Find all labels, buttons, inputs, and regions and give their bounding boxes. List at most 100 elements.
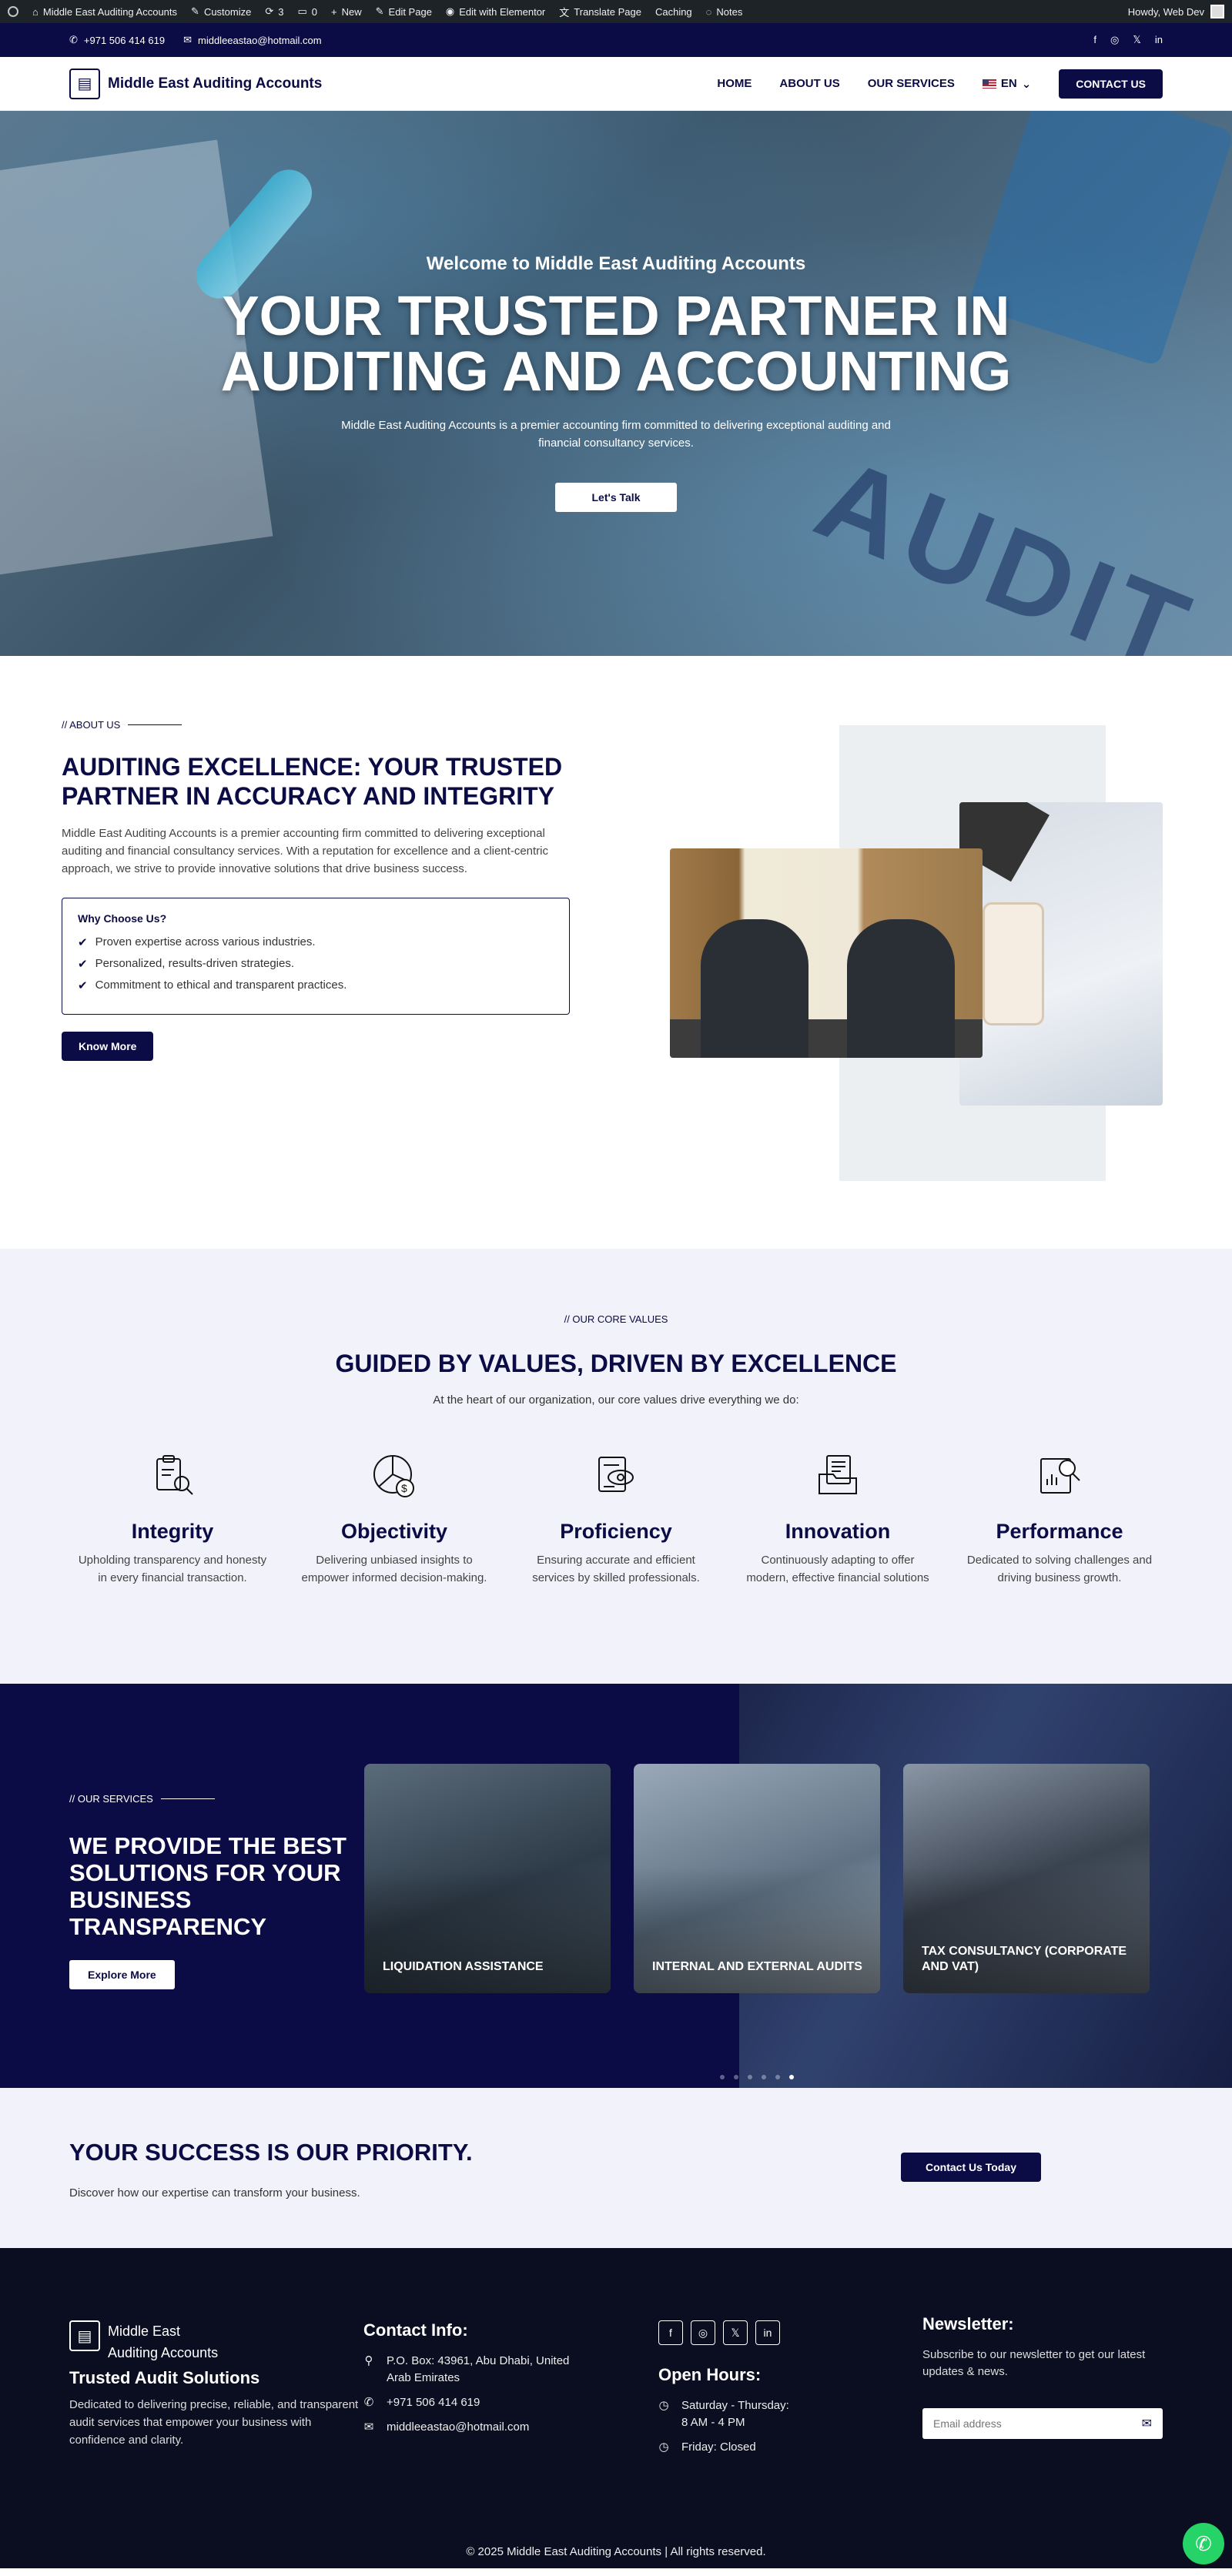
hero-welcome: Welcome to Middle East Auditing Accounts [426,253,806,274]
nav-home[interactable]: HOME [717,77,752,90]
topbar-phone[interactable]: ✆ +971 506 414 619 [69,34,165,46]
site-logo[interactable]: ▤ Middle East Auditing Accounts [69,68,322,99]
hero-title: YOUR TRUSTED PARTNER IN AUDITING AND ACC… [220,286,1012,403]
admin-caching-link[interactable]: Caching [655,6,692,18]
footer-phone[interactable]: ✆ +971 506 414 619 [363,2394,594,2411]
footer-about-text: Dedicated to delivering precise, reliabl… [69,2398,359,2447]
service-card-liquidation[interactable]: LIQUIDATION ASSISTANCE [364,1764,611,1993]
carousel-dot[interactable] [789,2075,794,2079]
admin-updates-link[interactable]: ⟳ 3 [265,5,283,18]
topbar-socials: f ◎ 𝕏 in [1093,34,1163,46]
list-item: ✔ Personalized, results-driven strategies… [78,957,295,971]
footer-socials: f ◎ 𝕏 in [658,2320,889,2345]
whatsapp-button[interactable]: ✆ [1183,2523,1224,2564]
admin-edit-page-link[interactable]: ✎ Edit Page [376,5,432,18]
envelope-icon: ✉ [363,2420,374,2434]
list-item: ✔ Commitment to ethical and transparent p… [78,979,347,992]
admin-notes-link[interactable]: ◌ Notes [706,6,743,18]
services-eyebrow: // OUR SERVICES [69,1793,346,1805]
x-icon[interactable]: 𝕏 [1133,34,1140,46]
hero: AUDIT Welcome to Middle East Auditing Ac… [0,111,1232,656]
check-icon: ✔ [78,958,88,971]
services-section: // OUR SERVICES WE PROVIDE THE BEST SOLU… [0,1684,1232,2088]
clipboard-search-icon [156,1455,193,1495]
admin-user-menu[interactable]: Howdy, Web Dev [1128,5,1224,18]
facebook-icon[interactable]: f [658,2320,683,2345]
document-eye-icon [598,1457,634,1492]
footer-newsletter: Newsletter: Subscribe to our newsletter … [922,2314,1163,2439]
cta-title: YOUR SUCCESS IS OUR PRIORITY. [69,2139,473,2166]
values-subtitle: At the heart of our organization, our co… [433,1393,799,1407]
phone-icon: ✆ [363,2396,374,2409]
footer-hours-weekdays: ◷ Saturday - Thursday: 8 AM - 4 PM [658,2397,889,2431]
whatsapp-icon: ✆ [1195,2531,1212,2555]
linkedin-icon[interactable]: in [1155,34,1163,46]
translate-icon: 文 [559,6,570,18]
wordpress-logo-icon[interactable] [8,6,18,17]
logo-icon: ▤ [69,68,100,99]
instagram-icon[interactable]: ◎ [1110,34,1119,46]
business-meeting-photo [670,848,983,1058]
nav-about[interactable]: ABOUT US [779,77,839,90]
footer-email[interactable]: ✉ middleeastao@hotmail.com [363,2419,594,2436]
carousel-pagination [720,2075,794,2079]
facebook-icon[interactable]: f [1093,34,1096,46]
footer-address: ⚲ P.O. Box: 43961, Abu Dhabi, United Arab… [363,2353,594,2387]
top-contact-bar: ✆ +971 506 414 619 ✉ middleeastao@hotmail.… [0,23,1232,57]
about-section: // ABOUT US AUDITING EXCELLENCE: YOUR TR… [0,656,1232,1249]
footer-contact: Contact Info: ⚲ P.O. Box: 43961, Abu Dhab… [363,2320,594,2436]
topbar-email[interactable]: ✉ middleeastao@hotmail.com [183,34,322,46]
linkedin-icon[interactable]: in [755,2320,780,2345]
carousel-dot[interactable] [720,2075,725,2079]
service-card-audits[interactable]: INTERNAL AND EXTERNAL AUDITS [634,1764,880,1993]
service-card-tax[interactable]: TAX CONSULTANCY (CORPORATE AND VAT) [903,1764,1150,1993]
admin-comments-link[interactable]: ▭ 0 [298,5,318,18]
footer-about: ▤ Middle East Auditing Accounts Trusted … [69,2320,362,2449]
site-header: ▤ Middle East Auditing Accounts HOME ABO… [0,57,1232,111]
value-card: Integrity Upholding transparency and hon… [62,1451,283,1587]
footer-logo[interactable]: ▤ Middle East Auditing Accounts [69,2320,362,2364]
explore-more-button[interactable]: Explore More [69,1960,175,1989]
admin-customize-link[interactable]: ✎ Customize [191,5,251,18]
carousel-dot[interactable] [775,2075,780,2079]
chevron-down-icon: ⌄ [1021,77,1032,91]
clock-icon: ◷ [658,2441,669,2454]
logo-icon: ▤ [69,2320,100,2351]
admin-translate-link[interactable]: 文 Translate Page [559,5,641,19]
contact-us-button[interactable]: CONTACT US [1059,69,1163,99]
footer-hours: f ◎ 𝕏 in Open Hours: ◷ Saturday - Thursda… [658,2320,889,2456]
services-title: WE PROVIDE THE BEST SOLUTIONS FOR YOUR B… [69,1832,346,1940]
pencil-icon: ✎ [375,5,384,17]
carousel-dot[interactable] [748,2075,752,2079]
page: ⌂ Middle East Auditing Accounts ✎ Customiz… [0,0,1232,2576]
contact-us-today-button[interactable]: Contact Us Today [901,2153,1041,2182]
why-title: Why Choose Us? [78,912,167,925]
value-card: $ Objectivity Delivering unbiased insigh… [283,1451,505,1587]
instagram-icon[interactable]: ◎ [691,2320,715,2345]
newsletter-email-input[interactable] [933,2417,1142,2430]
tax-documents-photo [959,802,1163,1106]
x-icon[interactable]: 𝕏 [723,2320,748,2345]
why-choose-us-box: Why Choose Us? ✔ Proven expertise across … [62,898,570,1015]
check-icon: ✔ [78,979,88,992]
send-mail-icon[interactable]: ✉ [1142,2416,1152,2431]
cta-section: YOUR SUCCESS IS OUR PRIORITY. Discover h… [0,2088,1232,2248]
footer-tagline: Trusted Audit Solutions [69,2368,260,2387]
map-pin-icon: ⚲ [364,2354,373,2367]
svg-text:$: $ [401,1482,407,1494]
elementor-icon: ◉ [445,5,455,17]
carousel-dot[interactable] [734,2075,738,2079]
admin-site-link[interactable]: ⌂ Middle East Auditing Accounts [32,6,177,18]
about-title: AUDITING EXCELLENCE: YOUR TRUSTED PARTNE… [62,753,563,810]
lets-talk-button[interactable]: Let's Talk [554,483,678,512]
nav-services[interactable]: OUR SERVICES [868,77,955,90]
language-switcher[interactable]: EN ⌄ [982,77,1032,91]
refresh-icon: ⟳ [265,5,274,17]
value-card: Proficiency Ensuring accurate and effici… [505,1451,727,1587]
values-title: GUIDED BY VALUES, DRIVEN BY EXCELLENCE [335,1350,897,1377]
hero-subtitle: Middle East Auditing Accounts is a premi… [341,419,891,450]
carousel-dot[interactable] [762,2075,766,2079]
admin-elementor-link[interactable]: ◉ Edit with Elementor [446,5,545,18]
know-more-button[interactable]: Know More [62,1032,154,1061]
admin-new-link[interactable]: + New [331,6,362,18]
